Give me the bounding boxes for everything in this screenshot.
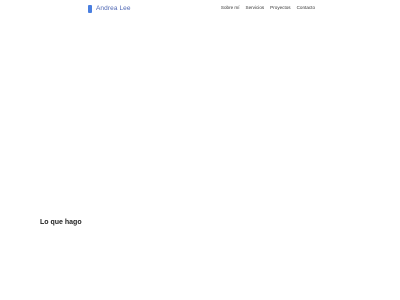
nav-link-contacto[interactable]: Contacto xyxy=(297,5,315,11)
nav-link-proyectos[interactable]: Proyectos xyxy=(270,5,290,11)
brand-link[interactable]: Andrea Lee xyxy=(88,4,131,13)
brand-logo-icon xyxy=(88,4,92,13)
page: Andrea Lee Sobre mí Servicios Proyectos … xyxy=(0,0,400,300)
navbar: Andrea Lee Sobre mí Servicios Proyectos … xyxy=(0,0,400,18)
nav-link-servicios[interactable]: Servicios xyxy=(246,5,265,11)
nav-link-sobre-mi[interactable]: Sobre mí xyxy=(221,5,240,11)
nav-menu: Sobre mí Servicios Proyectos Contacto xyxy=(221,5,315,11)
brand-name: Andrea Lee xyxy=(96,5,131,12)
section-title: Lo que hago xyxy=(40,219,82,226)
